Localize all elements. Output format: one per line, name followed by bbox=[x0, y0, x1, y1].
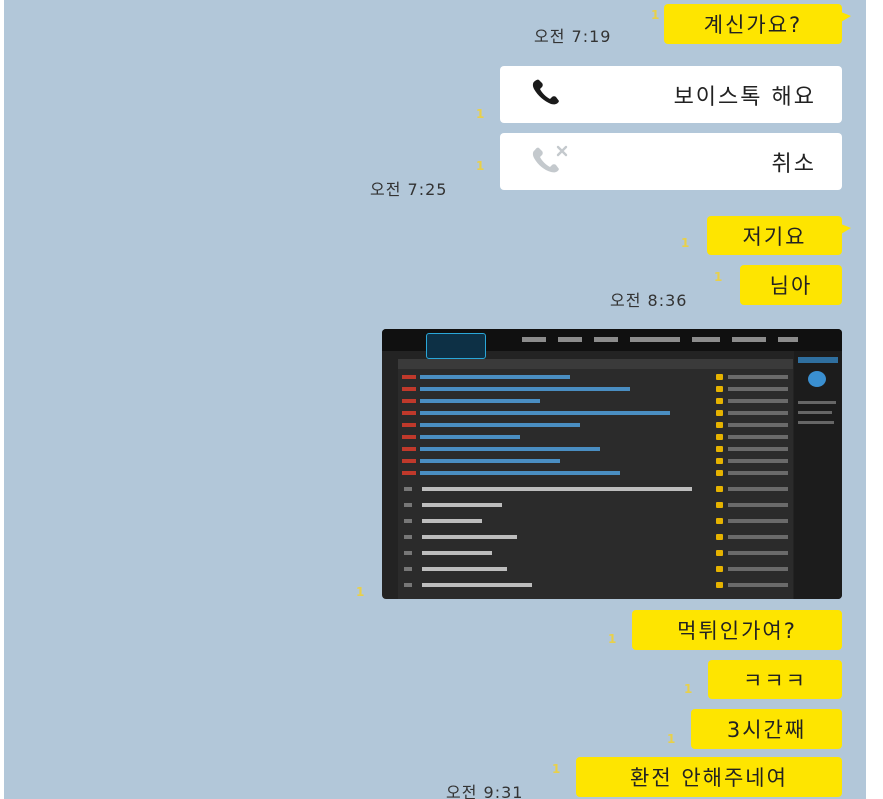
screenshot-nav bbox=[522, 337, 842, 343]
unread-count: 1 bbox=[356, 585, 365, 599]
voice-talk-cancel-card[interactable]: 취소 bbox=[500, 133, 842, 190]
voice-talk-cancel-label: 취소 bbox=[771, 151, 816, 177]
message-text: 환전 안해주네여 bbox=[630, 766, 788, 790]
voice-talk-card[interactable]: 보이스톡 해요 bbox=[500, 66, 842, 123]
message-time: 오전 9:31 bbox=[446, 783, 524, 799]
phone-cancel-icon bbox=[530, 144, 570, 180]
unread-count: 1 bbox=[552, 762, 561, 776]
message-bubble[interactable]: 저기요 bbox=[707, 216, 851, 255]
message-text: 님아 bbox=[769, 274, 813, 298]
message-bubble[interactable]: ㅋㅋㅋ bbox=[708, 660, 842, 699]
unread-count: 1 bbox=[667, 732, 676, 746]
message-text: ㅋㅋㅋ bbox=[743, 668, 807, 693]
message-bubble[interactable]: 3시간째 bbox=[691, 709, 842, 749]
scrollbar-track[interactable] bbox=[866, 0, 883, 799]
unread-count: 1 bbox=[684, 682, 693, 696]
message-bubble[interactable]: 계신가요? bbox=[664, 4, 851, 44]
message-text: 저기요 bbox=[742, 224, 807, 249]
message-time: 오전 7:25 bbox=[370, 180, 448, 199]
chat-room[interactable]: 1 오전 7:19 계신가요? 1 보이스톡 해요 1 오전 7:25 취소 1… bbox=[4, 0, 866, 799]
unread-count: 1 bbox=[608, 632, 617, 646]
message-bubble[interactable]: 먹튀인가여? bbox=[632, 610, 842, 650]
message-time: 오전 8:36 bbox=[610, 291, 688, 310]
unread-count: 1 bbox=[476, 107, 485, 121]
phone-icon bbox=[530, 78, 562, 112]
message-text: 먹튀인가여? bbox=[677, 619, 797, 643]
unread-count: 1 bbox=[476, 159, 485, 173]
site-logo bbox=[426, 333, 486, 359]
unread-count: 1 bbox=[651, 8, 660, 22]
message-text: 3시간째 bbox=[726, 718, 807, 742]
photo-message[interactable] bbox=[382, 329, 842, 599]
screenshot-sidebar bbox=[794, 351, 842, 599]
message-text: 계신가요? bbox=[703, 13, 803, 37]
unread-count: 1 bbox=[714, 270, 723, 284]
screenshot-post-list bbox=[398, 359, 793, 599]
message-bubble[interactable]: 환전 안해주네여 bbox=[576, 757, 842, 797]
message-bubble[interactable]: 님아 bbox=[740, 265, 842, 305]
message-time: 오전 7:19 bbox=[534, 27, 612, 46]
unread-count: 1 bbox=[681, 236, 690, 250]
voice-talk-label: 보이스톡 해요 bbox=[673, 84, 816, 110]
